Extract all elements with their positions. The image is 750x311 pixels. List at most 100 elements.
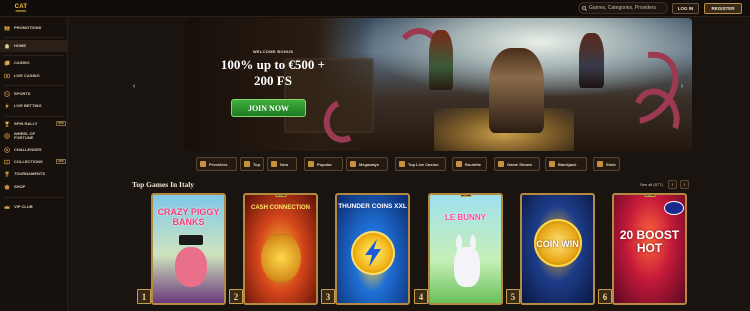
search-box[interactable]: [578, 2, 668, 14]
game-title: 20 BOOST HOT: [619, 228, 680, 255]
sidebar-item-label: SPORTS: [14, 90, 31, 96]
slots-icon: [597, 161, 603, 167]
chevron-left-icon[interactable]: ‹: [668, 180, 677, 189]
sidebar-item-shop[interactable]: SHOP: [0, 181, 68, 193]
sidebar-item-label: WHEEL OF FORTUNE: [14, 130, 36, 140]
new-icon: [271, 161, 277, 167]
ball-icon: [4, 91, 10, 97]
rank-badge: 3: [321, 289, 335, 304]
chevron-right-icon[interactable]: ›: [680, 180, 689, 189]
sidebar-item-sports[interactable]: SPORTS: [0, 88, 68, 100]
sidebar-item-wheel-of-fortune[interactable]: WHEEL OF FORTUNE: [0, 129, 68, 143]
chip-top[interactable]: Top: [240, 157, 264, 171]
chip-blackjack[interactable]: Blackjack: [545, 157, 587, 171]
see-all-link[interactable]: See all (577): [640, 182, 663, 187]
offer-headline: 100% up to €500 +: [220, 57, 326, 72]
new-tag: NEW: [275, 195, 286, 197]
join-now-button[interactable]: JOIN NOW: [231, 99, 306, 117]
new-tag: NEW: [644, 195, 655, 197]
chip-label: New: [280, 161, 289, 167]
top-hat: [179, 235, 203, 245]
search-input[interactable]: [589, 5, 667, 11]
divider: [4, 37, 64, 38]
bunny-ear: [456, 235, 462, 251]
logo[interactable]: CAT PIRATE: [3, 1, 39, 15]
sidebar-item-vip-club[interactable]: VIP CLUB: [0, 201, 68, 213]
register-button[interactable]: REGISTER: [704, 3, 742, 14]
sidebar-item-label: SHOP: [14, 183, 26, 189]
casino-app: CAT PIRATE LOG IN REGISTER PROMOTIONS HO…: [0, 0, 750, 311]
roulette-icon: [456, 161, 462, 167]
blackjack-icon: [549, 161, 555, 167]
cup-icon: [4, 171, 10, 177]
search-icon: [582, 5, 587, 11]
sidebar-item-label: COLLECTIONS: [14, 158, 43, 164]
pirate-crew: [579, 33, 604, 88]
new-badge: NEW: [56, 121, 66, 126]
pig-character: [175, 247, 207, 287]
chip-label: Roulette: [465, 161, 481, 167]
megaways-icon: [350, 161, 356, 167]
top-bar: CAT PIRATE LOG IN REGISTER: [0, 0, 750, 17]
sidebar-item-label: CHALLENGES: [14, 146, 42, 152]
sidebar-item-label: PROMOTIONS: [14, 24, 42, 30]
sidebar-item-live-casino[interactable]: LIVE CASINO: [0, 70, 68, 82]
chip-providers[interactable]: Providers: [196, 157, 237, 171]
chip-popular[interactable]: Popular: [304, 157, 343, 171]
chip-top-live-casino[interactable]: Top Live Casino: [395, 157, 446, 171]
chip-roulette[interactable]: Roulette: [452, 157, 487, 171]
trophy-icon: [4, 121, 10, 127]
sidebar-item-label: LIVE CASINO: [14, 72, 40, 78]
sidebar-item-home[interactable]: HOME: [0, 40, 68, 52]
game-card-20-boost-hot[interactable]: NEW 20 BOOST HOT: [612, 193, 687, 305]
gift-icon: [4, 25, 10, 31]
game-card-cash-connection[interactable]: NEW CASH CONNECTION: [243, 193, 318, 305]
offer-free-spins: 200 FS: [254, 73, 292, 88]
rank-badge: 2: [229, 289, 243, 304]
game-title: CRAZY PIGGY BANKS: [157, 207, 220, 227]
chip-game-shows[interactable]: Game Shows: [494, 157, 540, 171]
chip-new[interactable]: New: [267, 157, 297, 171]
line-boost-badge: [664, 201, 684, 215]
login-button[interactable]: LOG IN: [672, 3, 699, 14]
sidebar: PROMOTIONS HOME CASINO LIVE CASINO SPORT…: [0, 18, 68, 311]
sidebar-item-promotions[interactable]: PROMOTIONS: [0, 22, 68, 34]
chip-label: Blackjack: [558, 161, 577, 167]
coin-icon: [261, 233, 301, 283]
chip-slots[interactable]: Slots: [593, 157, 620, 171]
game-card-le-bunny[interactable]: NEW LE BUNNY: [428, 193, 503, 305]
game-title: THUNDER COINS XXL: [338, 203, 407, 210]
divider: [4, 116, 64, 117]
chip-label: Game Shows: [507, 161, 533, 167]
live-icon: [4, 73, 10, 79]
game-card-crazy-piggy-banks[interactable]: CRAZY PIGGY BANKS: [151, 193, 226, 305]
game-title: COIN WIN: [536, 239, 579, 249]
sidebar-item-label: SPIN RALLY: [14, 120, 38, 126]
chip-label: Popular: [317, 161, 332, 167]
game-title: LE BUNNY: [445, 213, 486, 222]
chevron-right-icon[interactable]: ›: [678, 81, 686, 91]
chevron-left-icon[interactable]: ‹: [130, 81, 138, 91]
game-title: CASH CONNECTION: [250, 205, 310, 211]
game-card-coin-win[interactable]: COIN WIN: [520, 193, 595, 305]
chip-megaways[interactable]: Megaways: [346, 157, 388, 171]
new-tag: NEW: [460, 195, 471, 197]
sidebar-item-label: VIP CLUB: [14, 203, 33, 209]
top-icon: [244, 161, 250, 167]
rank-badge: 1: [137, 289, 151, 304]
sidebar-item-collections[interactable]: COLLECTIONS NEW: [0, 156, 68, 168]
game-shows-icon: [498, 161, 504, 167]
sidebar-item-label: LIVE BETTING: [14, 102, 42, 108]
sidebar-item-challenges[interactable]: CHALLENGES: [0, 144, 68, 156]
providers-icon: [200, 161, 206, 167]
sidebar-item-live-betting[interactable]: LIVE BETTING: [0, 100, 68, 112]
sidebar-item-casino[interactable]: CASINO: [0, 57, 68, 69]
new-badge: NEW: [56, 159, 66, 164]
divider: [4, 55, 64, 56]
sidebar-item-tournaments[interactable]: TOURNAMENTS: [0, 168, 68, 180]
chip-label: Megaways: [359, 161, 380, 167]
home-icon: [4, 43, 10, 49]
shop-icon: [4, 184, 10, 190]
game-card-thunder-coins-xxl[interactable]: THUNDER COINS XXL: [335, 193, 410, 305]
chip-label: Providers: [209, 161, 228, 167]
